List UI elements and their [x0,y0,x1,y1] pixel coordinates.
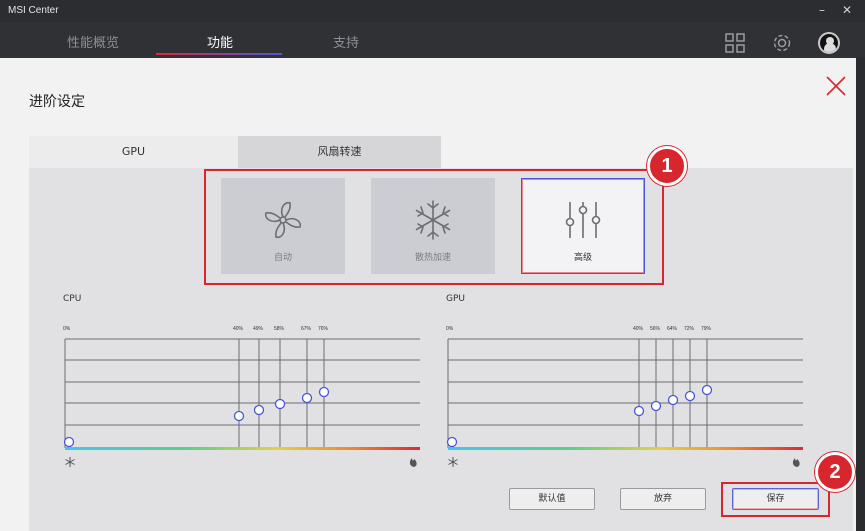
cpu-tick-label: 49% [253,326,264,332]
avatar[interactable] [818,32,840,54]
cpu-tick-label: 40% [233,326,244,332]
gear-icon[interactable] [771,32,793,54]
snowflake-icon [448,457,458,467]
gpu-tick-label: 72% [684,326,695,332]
cpu-tick-label: 0% [63,326,71,332]
callout-box-1 [204,169,664,285]
snowflake-icon [65,457,75,467]
callout-box-2 [721,482,830,517]
flame-icon [409,458,417,467]
gpu-curve-title: GPU [446,294,465,304]
nav-tab-performance[interactable]: 性能概览 [67,32,119,51]
cpu-fan-curve[interactable]: 0% 40% 49% 58% 67% 76% [60,320,420,470]
discard-button[interactable]: 放弃 [620,488,706,510]
title-bar: MSI Center – ✕ [0,0,865,22]
gpu-tick-label: 79% [701,326,712,332]
close-icon[interactable] [824,74,848,98]
nav-tab-support[interactable]: 支持 [333,32,359,51]
gpu-tick-label: 64% [667,326,678,332]
active-tab-indicator [156,53,282,55]
window-title: MSI Center [8,5,59,16]
callout-badge-2: 2 [815,452,855,492]
flame-icon [792,458,800,467]
tab-fan-speed[interactable]: 风扇转速 [238,136,441,168]
gpu-tick-label: 40% [633,326,644,332]
gpu-fan-curve[interactable]: 0% 40% 56% 64% 72% 79% [443,320,803,470]
default-button[interactable]: 默认值 [509,488,595,510]
nav-tab-features[interactable]: 功能 [207,32,233,51]
window-close-icon[interactable]: ✕ [840,3,854,17]
minimize-icon[interactable]: – [815,3,829,17]
cpu-tick-label: 67% [301,326,312,332]
panel-title: 进阶设定 [29,94,85,110]
gpu-tick-label: 56% [650,326,661,332]
tab-gpu[interactable]: GPU [29,136,238,168]
cpu-curve-title: CPU [63,294,82,304]
cpu-tick-label: 58% [274,326,285,332]
grid-icon[interactable] [724,32,746,54]
callout-badge-1: 1 [647,146,687,186]
cpu-tick-label: 76% [318,326,329,332]
gpu-tick-label: 0% [446,326,454,332]
